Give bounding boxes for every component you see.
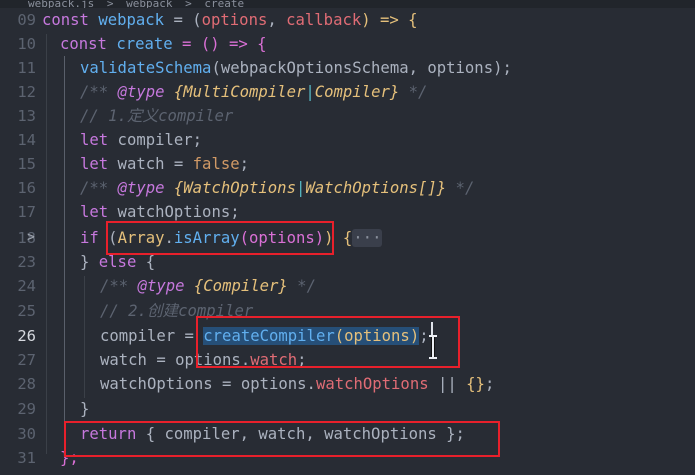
- annotation-box-create-compiler: [196, 316, 460, 368]
- code-token: let: [80, 131, 109, 149]
- code-token: ,: [267, 11, 287, 29]
- line-number-gutter: 09 10 11 12 13 14 15 16 17 18 > 23 24 25…: [0, 8, 44, 475]
- line-number: 24: [17, 277, 36, 295]
- code-token: ;: [239, 155, 250, 173]
- code-token: /**: [100, 277, 138, 295]
- line-number: 25: [17, 302, 36, 320]
- code-token: // 1.定义compiler: [80, 107, 234, 125]
- line-number: 28: [17, 375, 36, 393]
- line-number: 29: [17, 400, 36, 418]
- code-line[interactable]: let compiler;: [80, 128, 202, 152]
- code-token: }: [80, 400, 90, 418]
- line-number: 12: [17, 83, 36, 101]
- folded-code-ellipsis[interactable]: ···: [352, 229, 383, 247]
- code-token: {MultiCompiler: [164, 83, 306, 101]
- code-token: |: [305, 83, 315, 101]
- code-token: ) => {: [361, 11, 418, 29]
- code-line[interactable]: /** @type {Compiler} */: [100, 274, 316, 298]
- code-token: }: [80, 253, 99, 271]
- indent-guide: [46, 34, 47, 454]
- code-token: watchOptions: [315, 375, 429, 393]
- code-line[interactable]: const create = () => {: [60, 32, 267, 56]
- line-number: 10: [17, 35, 36, 53]
- line-number: 23: [17, 253, 36, 271]
- code-token: watchOptions;: [108, 203, 240, 221]
- indent-guide: [64, 56, 65, 446]
- code-token: (webpackOptionsSchema, options);: [211, 59, 512, 77]
- breadcrumb-symbol[interactable]: webpack: [126, 0, 172, 8]
- line-number: 30: [17, 425, 36, 443]
- code-line[interactable]: validateSchema(webpackOptionsSchema, opt…: [80, 56, 512, 80]
- code-line[interactable]: // 1.定义compiler: [80, 104, 233, 128]
- code-line[interactable]: /** @type {MultiCompiler|Compiler} */: [80, 80, 427, 104]
- line-number: 09: [17, 11, 36, 29]
- line-number: 16: [17, 179, 36, 197]
- code-token: let: [80, 203, 109, 221]
- breadcrumb: webpack.js > webpack > create: [0, 0, 695, 8]
- code-token: /**: [80, 83, 118, 101]
- line-number: 14: [17, 131, 36, 149]
- ibeam-cursor-icon: [428, 334, 438, 360]
- code-token: false: [192, 155, 240, 173]
- code-line[interactable]: let watch = false;: [80, 152, 249, 176]
- code-token: ||: [428, 375, 467, 393]
- code-token: watchOptions = options.: [100, 375, 316, 393]
- code-token: webpack: [88, 11, 165, 29]
- code-token: validateSchema: [80, 59, 212, 77]
- code-token: */: [399, 83, 428, 101]
- code-token: */: [446, 179, 475, 197]
- code-token: let: [80, 155, 109, 173]
- code-token: const: [42, 11, 89, 29]
- code-token: {WatchOptions: [164, 179, 296, 197]
- code-token: @type: [117, 179, 165, 197]
- code-token: @type: [117, 83, 165, 101]
- code-editor[interactable]: 09 10 11 12 13 14 15 16 17 18 > 23 24 25…: [0, 8, 695, 475]
- annotation-box-array-check: [106, 221, 334, 255]
- breadcrumb-separator: >: [185, 0, 192, 8]
- code-token: Compiler}: [314, 83, 400, 101]
- code-token: |: [295, 179, 306, 197]
- code-line[interactable]: /** @type {WatchOptions|WatchOptions[]} …: [80, 176, 474, 200]
- code-line[interactable]: }: [80, 397, 89, 421]
- line-number: 11: [17, 59, 36, 77]
- line-number: 17: [17, 203, 36, 221]
- fold-expand-icon[interactable]: >: [25, 226, 37, 250]
- line-number-active: 26: [17, 327, 36, 345]
- breadcrumb-separator: >: [106, 0, 114, 8]
- code-token: @type: [137, 277, 185, 295]
- indent-guide: [84, 276, 85, 398]
- code-line[interactable]: watchOptions = options.watchOptions || {…: [100, 372, 494, 396]
- code-token: WatchOptions[]}: [305, 179, 447, 197]
- code-token: {Compiler}: [184, 277, 288, 295]
- line-number: 15: [17, 155, 36, 173]
- code-token: options: [201, 11, 268, 29]
- annotation-box-return: [64, 421, 500, 457]
- line-number: 31: [17, 449, 36, 467]
- line-number: 13: [17, 107, 36, 125]
- code-token: else: [98, 253, 137, 271]
- code-token: callback: [286, 11, 362, 29]
- code-token: watch =: [108, 155, 193, 173]
- code-token: create: [106, 35, 173, 53]
- code-token: {}: [466, 375, 485, 393]
- breadcrumb-function[interactable]: create: [204, 0, 244, 8]
- line-number: 27: [17, 351, 36, 369]
- code-token: = () => {: [172, 35, 267, 53]
- code-token: ;: [484, 375, 495, 393]
- code-token: */: [287, 277, 316, 295]
- code-token: {: [136, 253, 156, 271]
- code-token: compiler;: [108, 131, 203, 149]
- code-token: /**: [80, 179, 118, 197]
- code-line[interactable]: const webpack = (options, callback) => {: [42, 8, 418, 32]
- code-token: = (: [164, 11, 202, 29]
- code-token: const: [60, 35, 107, 53]
- code-token: if: [80, 229, 99, 247]
- code-token: compiler =: [100, 327, 204, 345]
- breadcrumb-file[interactable]: webpack.js: [28, 0, 94, 8]
